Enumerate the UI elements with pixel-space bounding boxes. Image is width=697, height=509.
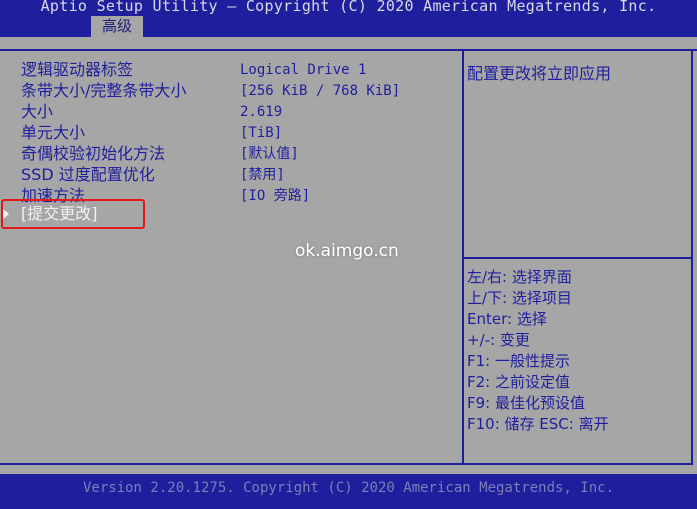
frame-top-line <box>0 49 697 51</box>
key-help-up-down: 上/下: 选择项目 <box>467 289 572 307</box>
setting-label-parity-init-method: 奇偶校验初始化方法 <box>21 144 166 163</box>
frame-bottom-line <box>0 463 693 465</box>
tab-advanced[interactable]: 高级 <box>91 16 143 37</box>
key-help-plus-minus: +/-: 变更 <box>467 331 530 349</box>
key-help-f10-esc: F10: 储存 ESC: 离开 <box>467 415 609 433</box>
setting-value-unit-size[interactable]: [TiB] <box>240 123 282 143</box>
setting-label-size: 大小 <box>21 102 54 121</box>
key-help-f9: F9: 最佳化预设值 <box>467 394 585 412</box>
setting-label-stripe-size: 条带大小/完整条带大小 <box>21 81 187 100</box>
setting-label-ssd-overprovisioning: SSD 过度配置优化 <box>21 165 155 184</box>
key-help-enter: Enter: 选择 <box>467 310 547 328</box>
key-help-left-right: 左/右: 选择界面 <box>467 268 572 286</box>
title-bar: Aptio Setup Utility – Copyright (C) 2020… <box>0 0 697 37</box>
footer-bar: Version 2.20.1275. Copyright (C) 2020 Am… <box>0 474 697 509</box>
version-text: Version 2.20.1275. Copyright (C) 2020 Am… <box>82 480 614 496</box>
setting-value-parity-init-method[interactable]: [默认值] <box>240 144 299 164</box>
setting-label-unit-size: 单元大小 <box>21 123 86 142</box>
setting-value-logical-drive-tag: Logical Drive 1 <box>240 62 367 78</box>
key-help-f2: F2: 之前设定值 <box>467 373 570 391</box>
key-help-list: 左/右: 选择界面 上/下: 选择项目 Enter: 选择 +/-: 变更 F1… <box>467 267 609 435</box>
help-description: 配置更改将立即应用 <box>467 64 612 83</box>
setting-value-ssd-overprovisioning[interactable]: [禁用] <box>240 165 285 185</box>
frame-right-line <box>691 49 693 465</box>
highlight-box <box>1 199 145 229</box>
watermark-text: ok.aimgo.cn <box>295 241 399 261</box>
help-separator-line <box>464 257 693 259</box>
setting-value-size[interactable]: 2.619 <box>240 102 282 122</box>
key-help-f1: F1: 一般性提示 <box>467 352 570 370</box>
setting-value-stripe-size[interactable]: [256 KiB / 768 KiB] <box>240 81 400 101</box>
app-title: Aptio Setup Utility – Copyright (C) 2020… <box>40 0 657 15</box>
setting-value-acceleration-method[interactable]: [IO 旁路] <box>240 186 310 206</box>
setting-label-logical-drive-tag: 逻辑驱动器标签 <box>21 60 134 79</box>
